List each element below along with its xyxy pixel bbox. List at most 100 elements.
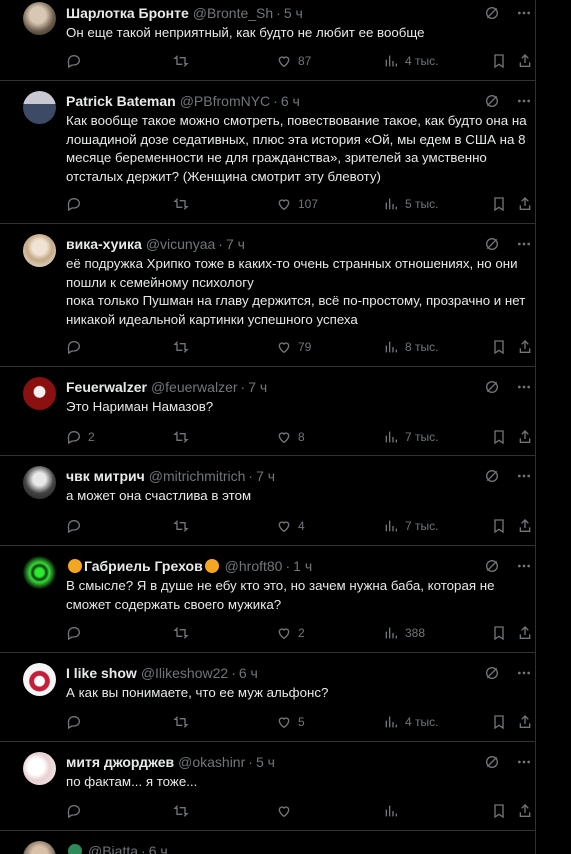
tweet[interactable]: I like show @Ilikeshow22 · 6 ч А как вы …	[0, 653, 535, 742]
retweet-button[interactable]	[173, 516, 195, 536]
author-handle[interactable]: @hroft80	[225, 556, 283, 576]
retweet-button[interactable]	[173, 194, 195, 214]
reply-button[interactable]	[66, 712, 88, 732]
retweet-button[interactable]	[173, 623, 195, 643]
tweet-time[interactable]: 5 ч	[256, 752, 275, 772]
tweet[interactable]: митя джорджев @okashinr · 5 ч по фактам.…	[0, 742, 535, 831]
grok-icon[interactable]	[483, 557, 501, 575]
reply-button[interactable]	[66, 51, 88, 71]
reply-button[interactable]	[66, 623, 88, 643]
bookmark-button[interactable]	[491, 516, 507, 536]
like-button[interactable]	[276, 801, 298, 821]
tweet[interactable]: Габриель Грехов @hroft80 · 1 ч В смысле?…	[0, 546, 535, 653]
reply-button[interactable]: 2	[66, 427, 95, 447]
author-name[interactable]: Шарлотка Бронте	[66, 3, 189, 23]
share-button[interactable]	[517, 51, 533, 71]
like-button[interactable]: 107	[276, 194, 318, 214]
grok-icon[interactable]	[483, 92, 501, 110]
like-button[interactable]: 5	[276, 712, 305, 732]
reply-button[interactable]	[66, 516, 88, 536]
author-name[interactable]: вика-хуика	[66, 234, 142, 254]
tweet[interactable]: Шарлотка Бронте @Bronte_Sh · 5 ч Он еще …	[0, 0, 535, 81]
like-button[interactable]: 2	[276, 623, 305, 643]
views-button[interactable]: 7 тыс.	[383, 516, 438, 536]
like-button[interactable]: 8	[276, 427, 305, 447]
avatar[interactable]	[23, 752, 56, 785]
bookmark-button[interactable]	[491, 427, 507, 447]
tweet-time[interactable]: 7 ч	[226, 234, 245, 254]
more-options-icon[interactable]	[515, 378, 533, 396]
author-handle[interactable]: @vicunyaa	[146, 234, 215, 254]
reply-button[interactable]	[66, 337, 88, 357]
author-name[interactable]: Patrick Bateman	[66, 91, 176, 111]
tweet[interactable]: @Biatta · 6 ч	[0, 831, 535, 854]
tweet-time[interactable]: 7 ч	[256, 466, 275, 486]
author-handle[interactable]: @Bronte_Sh	[193, 3, 273, 23]
retweet-button[interactable]	[173, 51, 195, 71]
avatar[interactable]	[23, 377, 56, 410]
tweet[interactable]: Feuerwalzer @feuerwalzer · 7 ч Это Нарим…	[0, 367, 535, 456]
author-name[interactable]: Габриель Грехов	[84, 556, 203, 576]
like-button[interactable]: 87	[276, 51, 311, 71]
views-button[interactable]	[383, 801, 405, 821]
more-options-icon[interactable]	[515, 467, 533, 485]
bookmark-button[interactable]	[491, 194, 507, 214]
avatar[interactable]	[23, 91, 56, 124]
grok-icon[interactable]	[483, 378, 501, 396]
reply-button[interactable]	[66, 801, 88, 821]
author-handle[interactable]: @mitrichmitrich	[149, 466, 246, 486]
tweet-time[interactable]: 6 ч	[149, 841, 168, 854]
avatar[interactable]	[23, 556, 56, 589]
views-button[interactable]: 4 тыс.	[383, 712, 438, 732]
like-button[interactable]: 4	[276, 516, 305, 536]
bookmark-button[interactable]	[491, 337, 507, 357]
author-handle[interactable]: @PBfromNYC	[180, 91, 270, 111]
retweet-button[interactable]	[173, 337, 195, 357]
author-name[interactable]: чвк митрич	[66, 466, 145, 486]
bookmark-button[interactable]	[491, 712, 507, 732]
grok-icon[interactable]	[483, 467, 501, 485]
retweet-button[interactable]	[173, 801, 195, 821]
avatar[interactable]	[23, 234, 56, 267]
reply-button[interactable]	[66, 194, 88, 214]
author-name[interactable]: Feuerwalzer	[66, 377, 147, 397]
grok-icon[interactable]	[483, 4, 501, 22]
share-button[interactable]	[517, 337, 533, 357]
share-button[interactable]	[517, 516, 533, 536]
author-name[interactable]: I like show	[66, 663, 137, 683]
grok-icon[interactable]	[483, 753, 501, 771]
author-name[interactable]: митя джорджев	[66, 752, 174, 772]
tweet[interactable]: вика-хуика @vicunyaa · 7 ч её подружка Х…	[0, 224, 535, 367]
bookmark-button[interactable]	[491, 801, 507, 821]
more-options-icon[interactable]	[515, 664, 533, 682]
more-options-icon[interactable]	[515, 92, 533, 110]
like-button[interactable]: 79	[276, 337, 311, 357]
bookmark-button[interactable]	[491, 623, 507, 643]
avatar[interactable]	[23, 841, 56, 854]
views-button[interactable]: 7 тыс.	[383, 427, 438, 447]
retweet-button[interactable]	[173, 712, 195, 732]
more-options-icon[interactable]	[515, 235, 533, 253]
avatar[interactable]	[23, 663, 56, 696]
views-button[interactable]: 8 тыс.	[383, 337, 438, 357]
tweet-time[interactable]: 7 ч	[248, 377, 267, 397]
tweet[interactable]: Patrick Bateman @PBfromNYC · 6 ч Как воо…	[0, 81, 535, 224]
bookmark-button[interactable]	[491, 51, 507, 71]
retweet-button[interactable]	[173, 427, 195, 447]
share-button[interactable]	[517, 194, 533, 214]
tweet[interactable]: чвк митрич @mitrichmitrich · 7 ч а может…	[0, 456, 535, 546]
views-button[interactable]: 388	[383, 623, 425, 643]
tweet-time[interactable]: 6 ч	[281, 91, 300, 111]
more-options-icon[interactable]	[515, 557, 533, 575]
avatar[interactable]	[23, 2, 56, 35]
author-handle[interactable]: @Biatta	[88, 841, 138, 854]
grok-icon[interactable]	[483, 235, 501, 253]
views-button[interactable]: 5 тыс.	[383, 194, 438, 214]
share-button[interactable]	[517, 712, 533, 732]
author-handle[interactable]: @okashinr	[178, 752, 245, 772]
share-button[interactable]	[517, 801, 533, 821]
tweet-time[interactable]: 5 ч	[284, 3, 303, 23]
more-options-icon[interactable]	[515, 753, 533, 771]
views-button[interactable]: 4 тыс.	[383, 51, 438, 71]
tweet-time[interactable]: 6 ч	[239, 663, 258, 683]
